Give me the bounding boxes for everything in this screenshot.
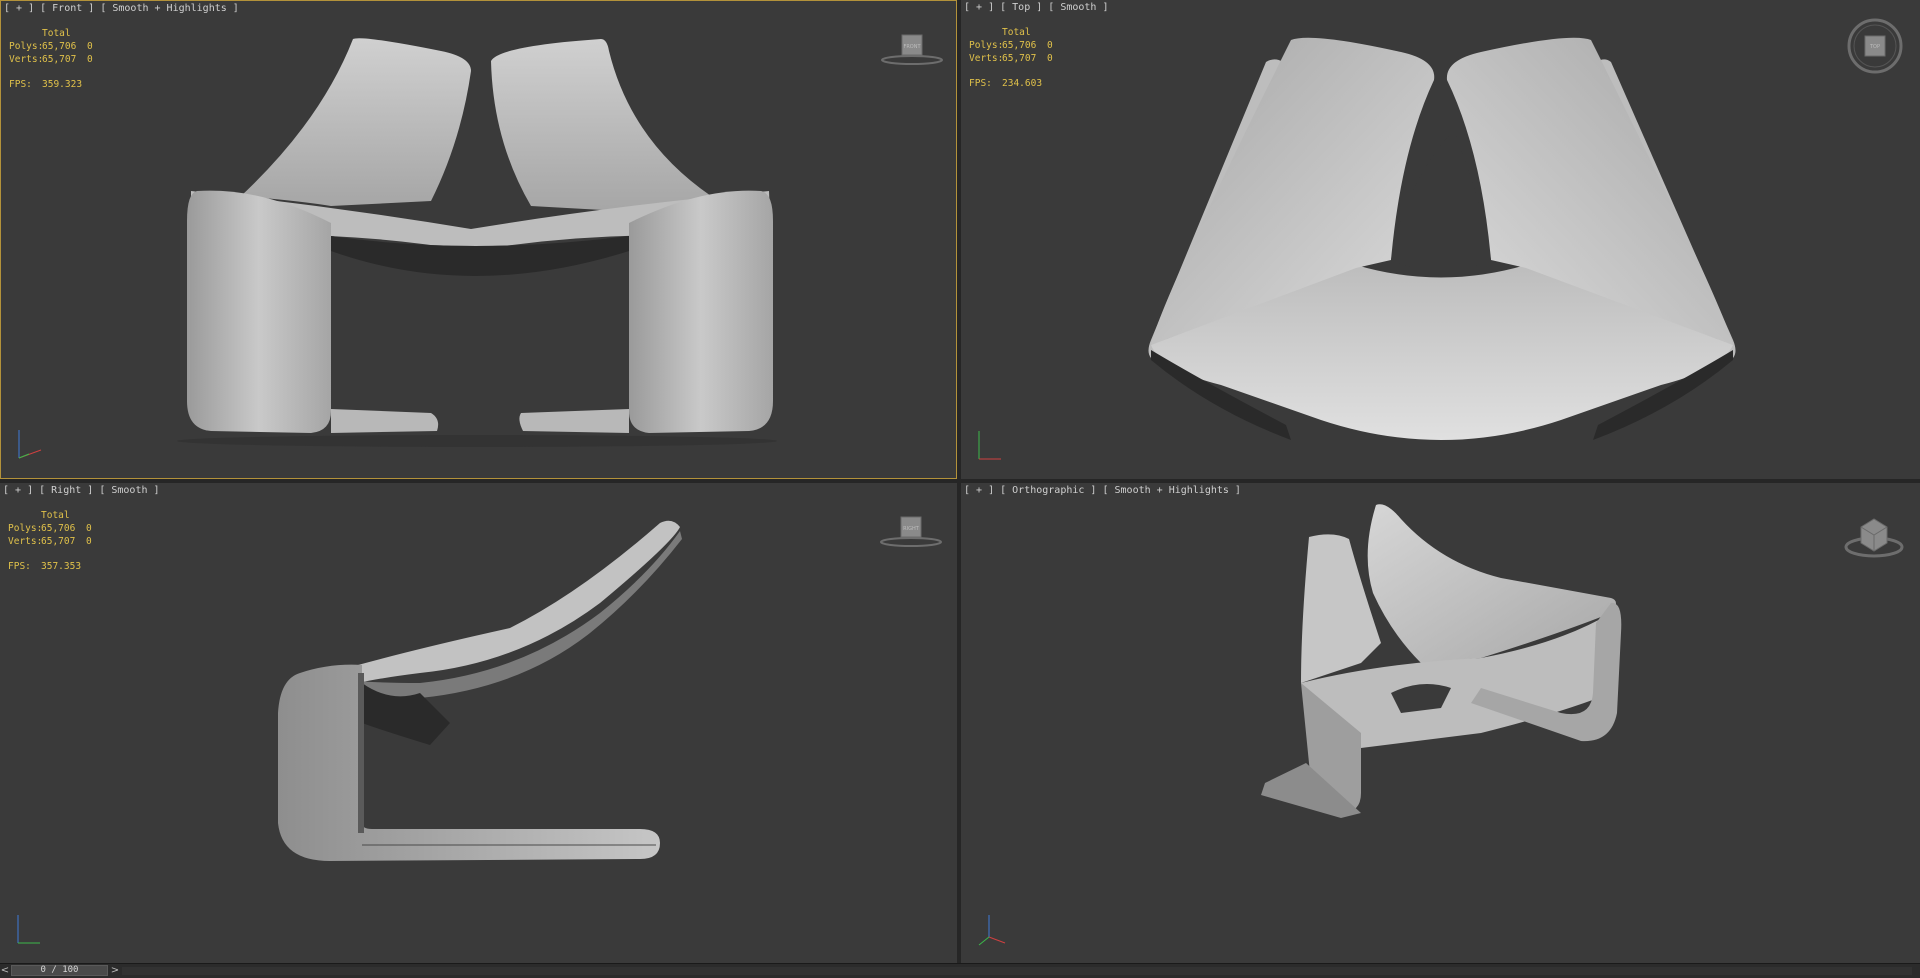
time-slider-track[interactable] [122, 967, 1912, 975]
axis-tripod-icon [978, 915, 1006, 946]
axis-tripod-icon [17, 915, 40, 944]
previous-frame-button[interactable]: < [0, 965, 10, 976]
viewport-front[interactable]: [ + ] [ Front ] [ Smooth + Highlights ] … [0, 0, 957, 479]
fps-label: FPS: [8, 561, 31, 572]
verts-selected: 0 [86, 536, 92, 547]
polys-selected: 0 [87, 41, 93, 52]
viewcube-icon[interactable] [1841, 509, 1907, 563]
viewcube-icon[interactable]: RIGHT [876, 511, 946, 551]
viewport-top[interactable]: [ + ] [ Top ] [ Smooth ] Total Polys: 65,… [961, 0, 1920, 479]
verts-selected: 0 [1047, 53, 1053, 64]
fps-label: FPS: [9, 79, 32, 90]
polys-label: Polys: [9, 41, 44, 52]
fps-value: 357.353 [41, 561, 82, 572]
polys-selected: 0 [86, 523, 92, 534]
viewcube-face-label: FRONT [903, 44, 921, 50]
axis-tripod-icon [978, 431, 1001, 460]
axis-tripod-icon [18, 430, 42, 459]
verts-total: 65,707 [42, 54, 77, 65]
stats-header: Total [42, 28, 71, 39]
stats-panel-right: Total Polys: 65,706 0 Verts: 65,707 0 FPS: 35… [8, 509, 92, 573]
chair-model-orthographic[interactable] [961, 483, 1920, 963]
polys-label: Polys: [969, 40, 1004, 51]
viewport-label-right[interactable]: [ + ] [ Right ] [ Smooth ] [3, 485, 160, 496]
verts-label: Verts: [9, 54, 44, 65]
viewport-label-top[interactable]: [ + ] [ Top ] [ Smooth ] [964, 2, 1109, 13]
verts-label: Verts: [969, 53, 1004, 64]
verts-total: 65,707 [41, 536, 76, 547]
stats-header: Total [41, 510, 70, 521]
fps-label: FPS: [969, 78, 992, 89]
viewcube-icon[interactable]: FRONT [877, 29, 947, 69]
viewcube-face-label: TOP [1869, 44, 1880, 50]
next-frame-button[interactable]: > [110, 965, 120, 976]
viewcube-icon[interactable]: TOP [1845, 16, 1905, 76]
chair-model-top[interactable] [961, 0, 1920, 479]
stats-panel-front: Total Polys: 65,706 0 Verts: 65,707 0 FPS: 35… [9, 27, 93, 91]
stats-panel-top: Total Polys: 65,706 0 Verts: 65,707 0 FPS: 23… [969, 26, 1053, 90]
viewport-orthographic[interactable]: [ + ] [ Orthographic ] [ Smooth + Highli… [961, 483, 1920, 963]
time-slider-thumb[interactable]: 0 / 100 [11, 965, 108, 976]
verts-selected: 0 [87, 54, 93, 65]
chair-model-right[interactable] [0, 483, 957, 963]
fps-value: 234.603 [1002, 78, 1043, 89]
viewport-label-orthographic[interactable]: [ + ] [ Orthographic ] [ Smooth + Highli… [964, 485, 1241, 496]
polys-selected: 0 [1047, 40, 1053, 51]
verts-total: 65,707 [1002, 53, 1037, 64]
viewport-right[interactable]: [ + ] [ Right ] [ Smooth ] Total Polys: 6… [0, 483, 957, 963]
polys-total: 65,706 [41, 523, 76, 534]
chair-model-front[interactable] [1, 1, 957, 479]
fps-value: 359.323 [42, 79, 83, 90]
viewport-label-front[interactable]: [ + ] [ Front ] [ Smooth + Highlights ] [4, 3, 239, 14]
viewcube-face-label: RIGHT [903, 526, 920, 532]
polys-label: Polys: [8, 523, 43, 534]
polys-total: 65,706 [1002, 40, 1037, 51]
polys-total: 65,706 [42, 41, 77, 52]
time-slider-bar: < 0 / 100 > [0, 963, 1920, 978]
stats-header: Total [1002, 27, 1031, 38]
verts-label: Verts: [8, 536, 43, 547]
